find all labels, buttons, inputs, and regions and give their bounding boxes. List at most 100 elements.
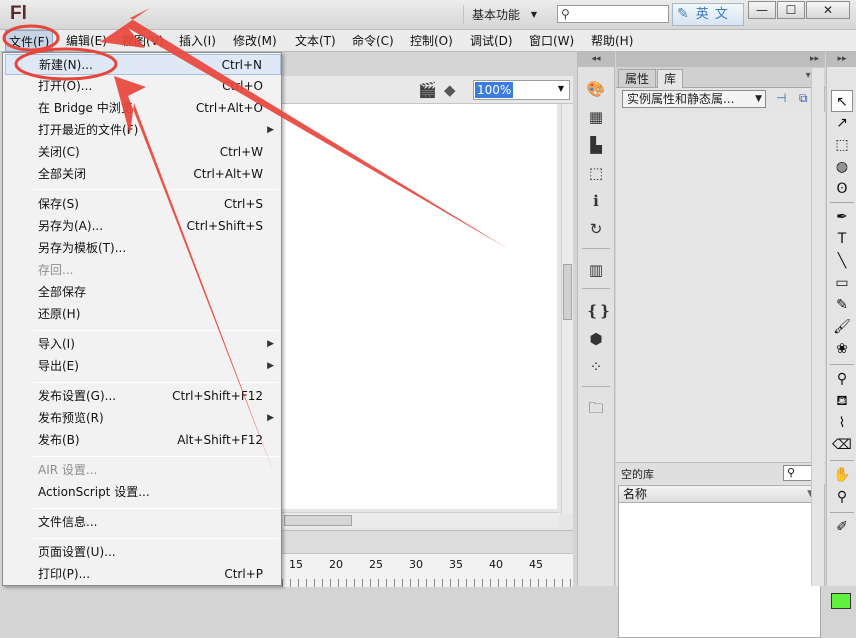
file-menu-browse-bridge[interactable]: 在 Bridge 中浏览 Ctrl+Alt+O: [5, 98, 281, 119]
menu-item-label: 关闭(C): [38, 145, 80, 159]
file-menu-open[interactable]: 打开(O)... Ctrl+O: [5, 76, 281, 97]
edit-symbols-icon[interactable]: ◆: [444, 81, 456, 99]
info-icon[interactable]: ℹ: [586, 191, 606, 211]
menu-item-shortcut: Ctrl+N: [221, 58, 262, 72]
deco-tool-icon[interactable]: ❀: [831, 338, 853, 360]
eraser-tool-icon[interactable]: ⌫: [831, 434, 853, 456]
file-menu-save[interactable]: 保存(S) Ctrl+S: [5, 194, 281, 215]
eyedropper-tool-icon[interactable]: ⌇: [831, 412, 853, 434]
collapse-icon[interactable]: ▸▸: [827, 52, 856, 67]
menu-text[interactable]: 文本(T): [292, 30, 339, 52]
collapse-icon[interactable]: ▸▸: [810, 52, 819, 67]
menu-commands[interactable]: 命令(C): [349, 30, 397, 52]
text-tool-icon[interactable]: T: [831, 228, 853, 250]
3d-rotation-tool-icon[interactable]: ◍: [831, 156, 853, 178]
file-menu-revert[interactable]: 还原(H): [5, 304, 281, 325]
menu-item-shortcut: Ctrl+Alt+W: [193, 167, 263, 181]
file-menu-save-as[interactable]: 另存为(A)... Ctrl+Shift+S: [5, 216, 281, 237]
menu-control[interactable]: 控制(O): [407, 30, 456, 52]
file-menu-save-as-template[interactable]: 另存为模板(T)...: [5, 238, 281, 259]
file-menu-close[interactable]: 关闭(C) Ctrl+W: [5, 142, 281, 163]
lasso-tool-icon[interactable]: ʘ: [831, 178, 853, 200]
new-library-panel-icon[interactable]: ⧉: [799, 91, 808, 106]
scroll-thumb[interactable]: [284, 515, 352, 526]
paint-bucket-tool-icon[interactable]: ⛾: [831, 390, 853, 412]
menu-edit[interactable]: 编辑(E): [63, 30, 110, 52]
file-menu-actionscript-settings[interactable]: ActionScript 设置...: [5, 482, 281, 503]
file-menu-close-all[interactable]: 全部关闭 Ctrl+Alt+W: [5, 164, 281, 185]
menu-item-label: 另存为(A)...: [38, 219, 104, 233]
edit-scene-icon[interactable]: 🎬: [418, 81, 437, 99]
actions-icon[interactable]: ❴❵: [586, 301, 611, 321]
line-tool-icon[interactable]: ╲: [831, 250, 853, 272]
file-menu-file-info[interactable]: 文件信息...: [5, 512, 281, 533]
brush-tool-icon[interactable]: 🖌: [831, 316, 853, 338]
stage-vertical-scrollbar[interactable]: [561, 104, 573, 514]
pencil-tool-icon[interactable]: ✎: [831, 294, 853, 316]
subselection-tool-icon[interactable]: ↗: [831, 112, 853, 134]
menu-file[interactable]: 文件(F): [5, 30, 54, 52]
fill-color-swatch[interactable]: [831, 593, 851, 609]
file-menu-publish[interactable]: 发布(B) Alt+Shift+F12: [5, 430, 281, 451]
library-item-list[interactable]: [618, 503, 821, 638]
rectangle-tool-icon[interactable]: ▭: [831, 272, 853, 294]
pin-library-icon[interactable]: ⊣: [776, 91, 786, 105]
menu-item-shortcut: Ctrl+Shift+S: [186, 219, 263, 233]
file-menu-new[interactable]: 新建(N)... Ctrl+N: [5, 54, 281, 75]
file-menu-export[interactable]: 导出(E) ▶: [5, 356, 281, 377]
color-icon[interactable]: 🎨: [586, 79, 606, 99]
workspace-switcher[interactable]: 基本功能 ▼: [463, 5, 549, 25]
menu-item-label: 页面设置(U)...: [38, 545, 116, 559]
pen-tool-icon[interactable]: ✒: [831, 206, 853, 228]
file-menu-page-setup[interactable]: 页面设置(U)...: [5, 542, 281, 563]
history-icon[interactable]: ↻: [586, 219, 606, 239]
menu-view[interactable]: 视图(V): [119, 30, 167, 52]
bone-tool-icon[interactable]: ⚲: [831, 368, 853, 390]
align-icon[interactable]: ▙: [586, 135, 606, 155]
project-icon[interactable]: 🗀: [586, 398, 606, 418]
zoom-tool-icon[interactable]: ⚲: [831, 486, 853, 508]
free-transform-tool-icon[interactable]: ⬚: [831, 134, 853, 156]
stage-horizontal-scrollbar[interactable]: [282, 512, 559, 528]
file-menu-open-recent[interactable]: 打开最近的文件(F) ▶: [5, 120, 281, 141]
stage-canvas[interactable]: [282, 104, 557, 509]
tab-properties[interactable]: 属性: [618, 69, 657, 88]
close-button[interactable]: ✕: [806, 1, 850, 19]
menu-modify[interactable]: 修改(M): [230, 30, 280, 52]
transform-icon[interactable]: ⬚: [586, 163, 606, 183]
collapse-icon[interactable]: ◂◂: [578, 52, 614, 67]
stroke-color-icon[interactable]: ✐: [831, 516, 853, 538]
menu-item-label: 打开最近的文件(F): [38, 123, 139, 137]
library-icon[interactable]: ▥: [586, 260, 606, 280]
motion-presets-icon[interactable]: ⁘: [586, 357, 606, 377]
submenu-arrow-icon: ▶: [267, 339, 274, 349]
chevron-down-icon: ▼: [557, 84, 564, 93]
tab-library[interactable]: 库: [657, 69, 684, 88]
timeline-ruler[interactable]: 15 20 25 30 35 40 45: [282, 553, 573, 587]
maximize-button[interactable]: ☐: [777, 1, 805, 19]
file-menu-import[interactable]: 导入(I) ▶: [5, 334, 281, 355]
menu-help[interactable]: 帮助(H): [588, 30, 636, 52]
menu-item-label: 文件信息...: [38, 515, 98, 529]
file-menu-print[interactable]: 打印(P)... Ctrl+P: [5, 564, 281, 585]
menu-window[interactable]: 窗口(W): [526, 30, 577, 52]
zoom-select[interactable]: 100% ▼: [473, 80, 570, 100]
library-column-header[interactable]: 名称▼: [618, 485, 821, 503]
swatches-icon[interactable]: ▦: [586, 107, 606, 127]
file-menu-save-all[interactable]: 全部保存: [5, 282, 281, 303]
hand-tool-icon[interactable]: ✋: [831, 464, 853, 486]
menu-item-label: 还原(H): [38, 307, 81, 321]
scroll-thumb[interactable]: [563, 264, 572, 320]
minimize-button[interactable]: —: [748, 1, 776, 19]
selection-tool-icon[interactable]: ↖: [831, 90, 853, 112]
file-menu-publish-preview[interactable]: 发布预览(R) ▶: [5, 408, 281, 429]
input-method-badge[interactable]: ✎ 英 文: [672, 3, 744, 26]
menu-debug[interactable]: 调试(D): [467, 30, 516, 52]
library-document-select[interactable]: 实例属性和静态属... ▼: [622, 90, 766, 108]
panel-scrollbar[interactable]: [811, 68, 824, 586]
menu-insert[interactable]: 插入(I): [176, 30, 219, 52]
components-icon[interactable]: ⬢: [586, 329, 606, 349]
submenu-arrow-icon: ▶: [267, 125, 274, 135]
file-menu-publish-settings[interactable]: 发布设置(G)... Ctrl+Shift+F12: [5, 386, 281, 407]
help-search-input[interactable]: ⚲: [557, 5, 669, 23]
